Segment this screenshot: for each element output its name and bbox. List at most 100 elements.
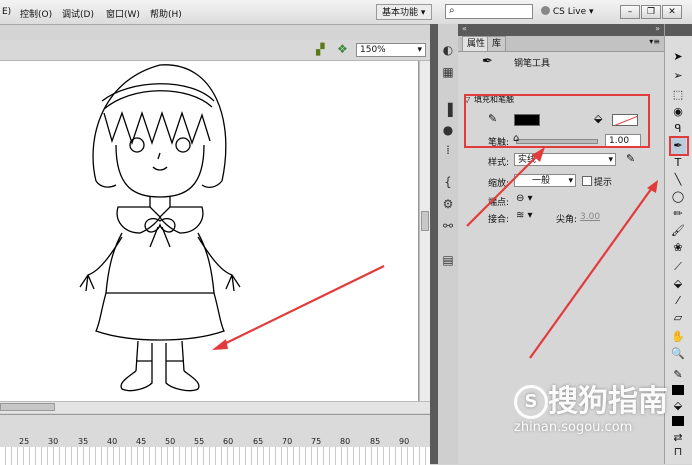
frame-number: 50 — [165, 437, 176, 446]
frame-number: 30 — [48, 437, 59, 446]
info-panel-icon[interactable]: ● — [440, 122, 456, 138]
menu-control[interactable]: 控制(O) — [20, 7, 52, 20]
miter-value[interactable]: 3.00 — [580, 212, 600, 222]
edit-scene-icon[interactable]: ▞ — [316, 43, 324, 56]
highlight-box — [464, 94, 650, 148]
style-label: 样式: — [488, 158, 510, 168]
history-panel-icon[interactable]: ▤ — [440, 252, 456, 268]
join-round-icon[interactable]: ≋ ▾ — [516, 210, 533, 221]
snap-icon[interactable]: ⊓ — [670, 444, 686, 460]
line-tool-icon[interactable]: ╲ — [670, 172, 686, 188]
horizontal-scrollbar[interactable] — [0, 401, 430, 413]
workspace-switcher[interactable]: 基本功能 ▾ — [376, 4, 432, 20]
search-input[interactable]: ⌕ — [445, 4, 533, 19]
motion-presets-icon[interactable]: ⚯ — [440, 218, 456, 234]
pen-tool-icon: ✒ — [482, 54, 493, 69]
watermark-brand: S 搜狗指南 — [514, 376, 668, 420]
watermark-text: 搜狗指南 — [548, 384, 668, 419]
paint-bucket-icon[interactable]: ⬙ — [670, 276, 686, 292]
frame-number: 80 — [340, 437, 351, 446]
color-panel-icon[interactable]: ◐ — [440, 42, 456, 58]
swatches-panel-icon[interactable]: ▦ — [440, 64, 456, 80]
edit-symbols-icon[interactable]: ❖ — [337, 42, 348, 56]
menu-edit[interactable]: E) — [2, 7, 11, 17]
zoom-value: 150% — [360, 45, 386, 55]
frame-number: 60 — [223, 437, 234, 446]
watermark-url: zhinan.sogou.com — [514, 420, 633, 435]
scroll-thumb[interactable] — [0, 403, 55, 411]
panel-menu-icon[interactable]: ▾≡ — [649, 37, 660, 46]
scroll-thumb[interactable] — [421, 211, 429, 231]
stage-toolbar: ▞ ❖ 150% ▾ — [0, 40, 430, 61]
edit-stroke-style-icon[interactable]: ✎ — [626, 152, 635, 165]
minimize-button[interactable]: – — [620, 5, 640, 19]
oval-tool-icon[interactable]: ◯ — [670, 189, 686, 205]
brush-tool-icon[interactable]: 🖌 — [670, 223, 686, 239]
align-panel-icon[interactable]: ▐ — [440, 102, 456, 118]
chevron-down-icon: ▾ — [608, 155, 613, 165]
fill-color-swatch[interactable] — [672, 416, 684, 426]
chevron-down-icon: ▾ — [420, 8, 426, 18]
tab-properties[interactable]: 属性 — [462, 36, 491, 51]
hint-checkbox[interactable] — [582, 176, 592, 186]
text-tool-icon[interactable]: T — [670, 155, 686, 171]
menu-bar: E) 控制(O) 调试(D) 窗口(W) 帮助(H) 基本功能 ▾ ⌕ CS L… — [0, 0, 692, 25]
3d-rotation-icon[interactable]: ◉ — [670, 104, 686, 120]
restore-button[interactable]: ❐ — [641, 5, 661, 19]
cap-round-icon[interactable]: ⊖ ▾ — [516, 193, 533, 204]
hand-tool-icon[interactable]: ✋ — [670, 329, 686, 345]
pencil-tool-icon[interactable]: ✏ — [670, 206, 686, 222]
zoom-tool-icon[interactable]: 🔍 — [670, 346, 686, 362]
deco-tool-icon[interactable]: ❀ — [670, 240, 686, 256]
panel-dock-divider[interactable] — [430, 24, 438, 464]
frame-number: 25 — [19, 437, 30, 446]
stroke-color-icon[interactable]: ✎ — [670, 367, 686, 383]
zoom-select[interactable]: 150% ▾ — [356, 43, 426, 57]
stroke-color-swatch[interactable] — [672, 385, 684, 395]
free-transform-icon[interactable]: ⬚ — [670, 87, 686, 103]
components-icon[interactable]: ⚙ — [440, 196, 456, 212]
frame-number: 45 — [136, 437, 147, 446]
cap-label: 端点: — [488, 198, 510, 208]
cs-live-label: CS Live — [552, 7, 587, 17]
workspace-label: 基本功能 — [382, 8, 419, 18]
highlight-box — [669, 136, 689, 156]
tools-header — [665, 24, 692, 36]
eraser-icon[interactable]: ▱ — [670, 310, 686, 326]
lasso-icon[interactable]: ᑫ — [670, 121, 686, 137]
miter-label: 尖角: — [556, 215, 578, 225]
style-value: 实线 — [518, 155, 537, 165]
expand-icon[interactable]: » — [655, 24, 660, 33]
bone-tool-icon[interactable]: ⟋ — [670, 259, 686, 275]
scale-label: 缩放: — [488, 179, 510, 189]
scale-select[interactable]: 一般 ▾ — [514, 174, 576, 187]
stage-canvas[interactable] — [0, 61, 419, 401]
menu-help[interactable]: 帮助(H) — [150, 7, 182, 20]
collapsed-panels: ◐ ▦ ▐ ● ⁞ { ⚙ ⚯ ▤ — [438, 24, 459, 464]
tab-library[interactable]: 库 — [487, 36, 507, 51]
close-button[interactable]: ✕ — [662, 5, 682, 19]
frame-number: 75 — [311, 437, 322, 446]
menu-window[interactable]: 窗口(W) — [106, 7, 140, 20]
frame-number: 70 — [282, 437, 293, 446]
join-label: 接合: — [488, 215, 510, 225]
code-snippets-icon[interactable]: { — [440, 174, 456, 190]
tool-name: 钢笔工具 — [514, 59, 551, 69]
hint-label: 提示 — [594, 178, 613, 188]
frame-number: 90 — [399, 437, 410, 446]
frame-number: 35 — [78, 437, 89, 446]
frame-number: 40 — [107, 437, 118, 446]
subselection-tool-icon[interactable]: ➢ — [670, 68, 686, 84]
eyedropper-icon[interactable]: ⁄ — [670, 293, 686, 309]
sogou-logo-icon: S — [514, 385, 548, 419]
chevron-down-icon: ▾ — [568, 176, 573, 186]
menu-debug[interactable]: 调试(D) — [62, 7, 94, 20]
cs-live-icon — [541, 6, 550, 15]
style-select[interactable]: 实线 ▾ — [514, 153, 616, 166]
fill-color-icon[interactable]: ⬙ — [670, 398, 686, 414]
selection-tool-icon[interactable]: ➤ — [670, 49, 686, 65]
transform-panel-icon[interactable]: ⁞ — [440, 142, 456, 158]
collapse-icon[interactable]: « — [462, 24, 467, 33]
cs-live-button[interactable]: CS Live ▾ — [541, 6, 594, 17]
panel-header: « » — [458, 24, 664, 36]
